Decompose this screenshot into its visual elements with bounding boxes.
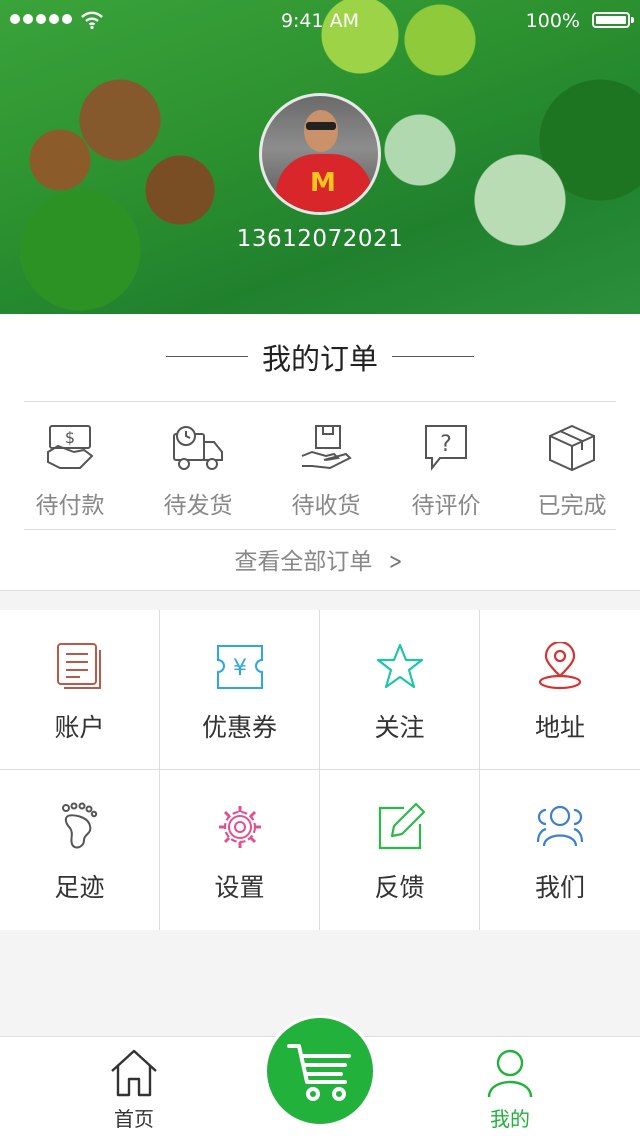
divider	[24, 401, 616, 402]
status-bar: 9:41 AM 100%	[0, 0, 640, 40]
order-status-pending-shipment[interactable]: 待发货	[134, 422, 262, 522]
payment-icon: $	[47, 425, 94, 469]
view-all-label: 查看全部订单	[234, 549, 373, 575]
order-status-label: 待付款	[35, 493, 105, 519]
order-status-pending-payment[interactable]: $ 待付款	[6, 422, 134, 522]
my-orders-section: 我的订单 $ 待付款 待发货 待收货 ? 待评价 已完成 查看全部订单 >	[0, 314, 640, 591]
svg-text:?: ?	[440, 432, 452, 457]
tab-label: 首页	[114, 1107, 154, 1131]
order-status-pending-receipt[interactable]: 待收货	[262, 422, 390, 522]
menu-item-label: 足迹	[54, 873, 105, 902]
menu-item-about-us[interactable]: 我们	[480, 770, 640, 930]
users-icon	[536, 805, 584, 847]
cart-button[interactable]	[264, 1015, 376, 1127]
menu-item-account[interactable]: 账户	[0, 610, 160, 770]
menu-item-follow[interactable]: 关注	[320, 610, 480, 770]
profile-header: 9:41 AM 100% M 13612072021	[0, 0, 640, 314]
battery-icon	[592, 12, 634, 28]
title-decor-line	[392, 356, 474, 357]
menu-item-label: 设置	[214, 873, 265, 902]
truck-icon	[173, 426, 223, 470]
chevron-right-icon: >	[389, 549, 403, 575]
receive-box-icon	[301, 425, 352, 470]
menu-item-settings[interactable]: 设置	[160, 770, 320, 930]
menu-item-label: 优惠券	[201, 713, 277, 742]
menu-item-label: 反馈	[374, 873, 425, 902]
menu-item-address[interactable]: 地址	[480, 610, 640, 770]
package-icon	[549, 424, 595, 472]
cart-icon	[287, 1044, 351, 1101]
review-icon: ?	[425, 425, 467, 471]
menu-item-label: 我们	[534, 873, 585, 902]
divider	[24, 529, 616, 530]
svg-text:¥: ¥	[233, 656, 247, 681]
footprint-icon	[61, 802, 97, 849]
gear-icon	[218, 806, 261, 848]
document-icon	[56, 643, 101, 689]
view-all-orders-link[interactable]: 查看全部订单 >	[0, 542, 640, 576]
location-pin-icon	[538, 642, 582, 690]
avatar[interactable]: M	[259, 93, 381, 215]
tab-mine[interactable]: 我的	[450, 1047, 570, 1132]
menu-item-coupons[interactable]: ¥ 优惠券	[160, 610, 320, 770]
order-status-pending-review[interactable]: ? 待评价	[382, 422, 510, 522]
order-status-label: 已完成	[537, 493, 607, 519]
tab-home[interactable]: 首页	[74, 1047, 194, 1132]
order-status-label: 待发货	[163, 493, 233, 519]
user-phone-number: 13612072021	[236, 226, 404, 252]
menu-item-label: 地址	[534, 713, 585, 742]
menu-item-label: 关注	[374, 713, 425, 742]
battery-percentage: 100%	[525, 10, 580, 32]
coupon-icon: ¥	[216, 645, 263, 689]
home-icon	[111, 1049, 157, 1097]
user-icon	[487, 1049, 533, 1098]
menu-item-label: 账户	[54, 713, 105, 742]
order-status-completed[interactable]: 已完成	[508, 422, 636, 522]
order-status-label: 待评价	[411, 493, 481, 519]
tab-label: 我的	[490, 1107, 530, 1131]
star-icon	[376, 643, 423, 689]
menu-grid: 账户 ¥ 优惠券 关注 地址 足迹 设置 反馈 我们	[0, 610, 640, 930]
menu-item-feedback[interactable]: 反馈	[320, 770, 480, 930]
orders-title: 我的订单	[261, 342, 378, 376]
menu-item-footprints[interactable]: 足迹	[0, 770, 160, 930]
edit-icon	[378, 802, 425, 850]
svg-text:$: $	[65, 428, 75, 447]
order-status-label: 待收货	[291, 493, 361, 519]
